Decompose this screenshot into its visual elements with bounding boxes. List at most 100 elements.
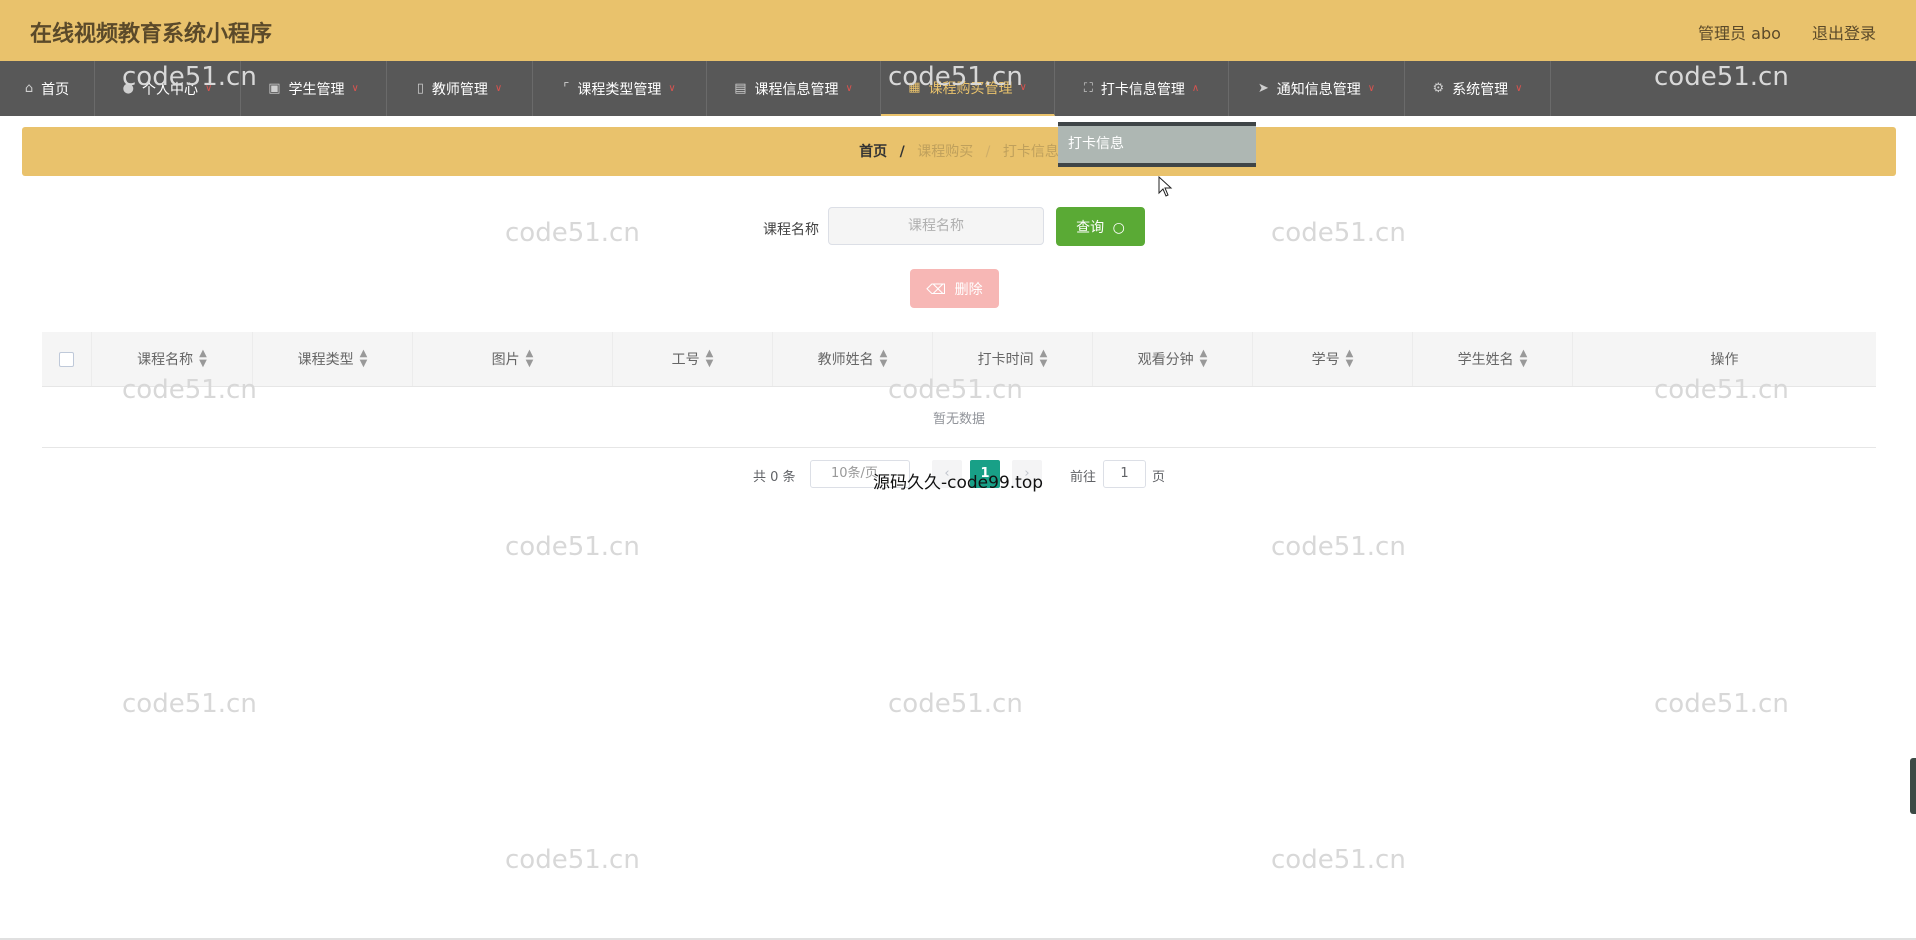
goto-page-input[interactable]: 1 — [1103, 460, 1146, 488]
nav-label: 系统管理 — [1452, 81, 1509, 98]
chevron-up-icon: ∧ — [1191, 83, 1200, 94]
checkin-table: 课程名称 ▲ ▼ 课程类型 ▲ ▼ 图片 ▲ ▼ 工号 ▲ ▼ 教师姓名 ▲ ▼ 打卡时间 ▲ ▼ 观看… — [42, 332, 1876, 448]
nav-label: 通知信息管理 — [1276, 81, 1361, 98]
nav-label: 个人中心 — [142, 81, 198, 98]
search-label: 课程名称 — [763, 222, 819, 238]
nav-item-teachers[interactable]: ▯ 教师管理 ∨ — [387, 61, 533, 116]
chevron-down-icon: ∨ — [1367, 83, 1376, 94]
user-icon: ● — [122, 81, 134, 96]
watermark: code51.cn — [505, 845, 640, 875]
trash-icon: ⌫ — [926, 281, 947, 298]
watermark: code51.cn — [1271, 532, 1406, 562]
select-all-checkbox[interactable] — [59, 351, 74, 367]
column-label: 观看分钟 — [1137, 352, 1194, 368]
query-button-label: 查询 — [1076, 219, 1105, 236]
sort-icon: ▲ ▼ — [525, 348, 534, 369]
mic-icon: ▯ — [416, 81, 424, 96]
watermark: code51.cn — [505, 532, 640, 562]
course-name-search-input[interactable] — [828, 207, 1044, 245]
sort-icon: ▲ ▼ — [199, 348, 207, 369]
main-nav: ⌂ 首页 ● 个人中心 ∨ ▣ 学生管理 ∨ ▯ 教师管理 ∨ ⌜ 课程类型管理… — [0, 61, 1916, 116]
watermark: code51.cn — [122, 689, 257, 719]
side-scroll-handle[interactable] — [1910, 758, 1916, 814]
page-unit-label: 页 — [1152, 470, 1166, 485]
dropdown-item-checkin-info[interactable]: 打卡信息 — [1058, 126, 1256, 163]
nav-label: 课程类型管理 — [577, 81, 662, 98]
breadcrumb-level1: 课程购买 — [917, 144, 974, 160]
nav-item-system[interactable]: ⚙ 系统管理 ∨ — [1405, 61, 1551, 116]
nav-item-course-info[interactable]: ▤ 课程信息管理 ∨ — [707, 61, 881, 116]
column-header-actions: 操作 — [1573, 332, 1876, 386]
nav-label: 课程购买管理 — [928, 80, 1013, 97]
select-all-cell — [42, 332, 92, 386]
column-header[interactable]: 教师姓名 ▲ ▼ — [773, 332, 933, 386]
nav-item-checkin[interactable]: ⛶ 打卡信息管理 ∧ — [1055, 61, 1229, 116]
nav-label: 打卡信息管理 — [1100, 81, 1185, 98]
mouse-cursor-icon — [1158, 176, 1173, 197]
sort-icon: ▲ ▼ — [1039, 348, 1048, 369]
empty-row: 暂无数据 — [42, 387, 1876, 448]
watermark: code51.cn — [1271, 845, 1406, 875]
sort-icon: ▲ ▼ — [1199, 348, 1208, 369]
column-header[interactable]: 工号 ▲ ▼ — [613, 332, 773, 386]
column-label: 课程名称 — [137, 352, 194, 368]
column-label: 教师姓名 — [817, 352, 874, 368]
checkin-dropdown-menu: 打卡信息 — [1058, 122, 1256, 167]
admin-user-label: 管理员 abo — [1698, 24, 1781, 43]
column-header[interactable]: 课程名称 ▲ ▼ — [92, 332, 253, 386]
fullscreen-icon: ⛶ — [1083, 81, 1093, 96]
nav-item-notifications[interactable]: ➤ 通知信息管理 ∨ — [1229, 61, 1405, 116]
column-label: 学生姓名 — [1457, 352, 1514, 368]
watermark: code51.cn — [888, 689, 1023, 719]
send-icon: ➤ — [1257, 81, 1269, 96]
breadcrumb-level2: 打卡信息 — [1002, 144, 1059, 160]
clipboard-icon: ▤ — [734, 81, 747, 96]
logout-link[interactable]: 退出登录 — [1812, 24, 1876, 43]
column-header[interactable]: 观看分钟 ▲ ▼ — [1093, 332, 1253, 386]
nav-label: 学生管理 — [288, 81, 345, 98]
nav-item-students[interactable]: ▣ 学生管理 ∨ — [241, 61, 387, 116]
pagination-total: 共 0 条 — [753, 470, 796, 485]
column-label: 工号 — [671, 352, 700, 368]
header-user-area: 管理员 abo 退出登录 — [1672, 20, 1876, 44]
nav-item-course-types[interactable]: ⌜ 课程类型管理 ∨ — [533, 61, 707, 116]
chevron-down-icon: ∨ — [205, 83, 213, 94]
breadcrumb-home[interactable]: 首页 — [859, 144, 887, 160]
chevron-down-icon: ∨ — [1515, 83, 1523, 94]
watermark: code51.cn — [1654, 689, 1789, 719]
nav-item-home[interactable]: ⌂ 首页 — [0, 61, 95, 116]
nav-label: 教师管理 — [431, 81, 488, 98]
sort-icon: ▲ ▼ — [1519, 348, 1528, 369]
home-icon: ⌂ — [24, 81, 34, 96]
top-header: 在线视频教育系统小程序 管理员 abo 退出登录 — [0, 0, 1916, 61]
breadcrumb: 首页 / 课程购买 / 打卡信息 — [22, 141, 1896, 161]
column-header[interactable]: 课程类型 ▲ ▼ — [253, 332, 413, 386]
column-header[interactable]: 打卡时间 ▲ ▼ — [933, 332, 1093, 386]
column-header[interactable]: 学号 ▲ ▼ — [1253, 332, 1413, 386]
delete-button[interactable]: ⌫ 删除 — [910, 269, 999, 308]
column-header[interactable]: 图片 ▲ ▼ — [413, 332, 613, 386]
sort-icon: ▲ ▼ — [1345, 348, 1354, 369]
nav-label: 课程信息管理 — [754, 81, 839, 98]
chevron-down-icon: ∨ — [1019, 82, 1027, 93]
nav-item-personal-center[interactable]: ● 个人中心 ∨ — [95, 61, 241, 116]
app-title: 在线视频教育系统小程序 — [30, 22, 273, 47]
breadcrumb-separator: / — [899, 144, 905, 160]
settings-icon: ⚙ — [1432, 81, 1445, 96]
column-header[interactable]: 学生姓名 ▲ ▼ — [1413, 332, 1573, 386]
delete-button-label: 删除 — [954, 281, 983, 298]
search-icon: ○ — [1112, 219, 1125, 236]
crop-icon: ⌜ — [563, 81, 570, 96]
source-overlay-text: 源码久久-code99.top — [873, 473, 1044, 493]
column-label: 学号 — [1311, 352, 1340, 368]
table-header: 课程名称 ▲ ▼ 课程类型 ▲ ▼ 图片 ▲ ▼ 工号 ▲ ▼ 教师姓名 ▲ ▼ 打卡时间 ▲ ▼ 观看… — [42, 332, 1876, 387]
column-label: 图片 — [491, 352, 520, 368]
nav-item-course-purchase[interactable]: ▦ 课程购买管理 ∨ — [881, 61, 1055, 116]
sort-icon: ▲ ▼ — [879, 348, 888, 369]
card-icon: ▣ — [268, 81, 281, 96]
sort-icon: ▲ ▼ — [705, 348, 714, 369]
chevron-down-icon: ∨ — [494, 83, 503, 94]
query-button[interactable]: 查询 ○ — [1056, 207, 1145, 246]
sort-icon: ▲ ▼ — [359, 348, 368, 369]
breadcrumb-band: 首页 / 课程购买 / 打卡信息 — [22, 127, 1896, 176]
